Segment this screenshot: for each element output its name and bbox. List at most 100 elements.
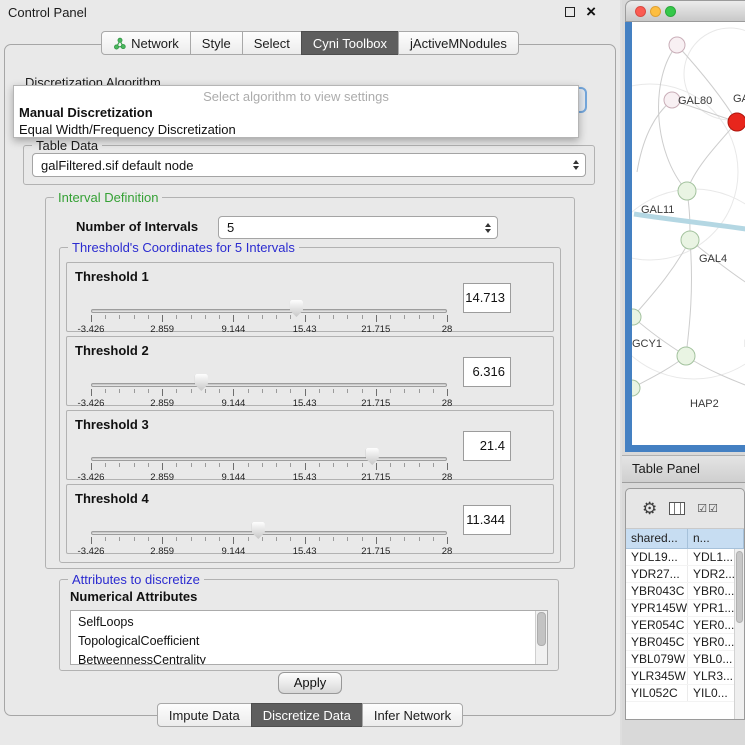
- slider-track[interactable]: [91, 531, 447, 535]
- tab-jactivemnodules[interactable]: jActiveMNodules: [398, 31, 519, 55]
- interval-definition-group: Interval Definition Number of Intervals …: [45, 197, 575, 569]
- threshold-slider[interactable]: -3.4262.8599.14415.4321.71528: [85, 371, 465, 405]
- columns-icon[interactable]: [669, 502, 685, 515]
- node[interactable]: [681, 231, 699, 249]
- close-icon[interactable]: ×: [586, 5, 596, 18]
- table-cell[interactable]: YBL079W: [626, 651, 688, 667]
- tick-mark: [162, 389, 163, 396]
- tick-mark: [191, 389, 192, 393]
- threshold-slider[interactable]: -3.4262.8599.14415.4321.71528: [85, 519, 465, 553]
- gear-icon[interactable]: ⚙: [642, 500, 657, 517]
- table-cell[interactable]: YER054C: [626, 617, 688, 633]
- table-row[interactable]: YIL052CYIL0...: [626, 685, 734, 702]
- table-scrollbar[interactable]: [734, 549, 744, 719]
- tick-mark: [305, 315, 306, 322]
- checkbox-filter-icons[interactable]: ☑☑: [697, 502, 719, 515]
- node[interactable]: [678, 182, 696, 200]
- tick-mark: [233, 389, 234, 396]
- table-row[interactable]: YPR145WYPR1...: [626, 600, 734, 617]
- threshold-value-field[interactable]: 6.316: [463, 357, 511, 387]
- attribute-list-item[interactable]: BetweennessCentrality: [71, 650, 535, 665]
- threshold-value-field[interactable]: 21.4: [463, 431, 511, 461]
- table-cell[interactable]: YPR145W: [626, 600, 688, 616]
- table-row[interactable]: YDR27...YDR2...: [626, 566, 734, 583]
- tick-mark: [333, 463, 334, 467]
- tab-discretize-data[interactable]: Discretize Data: [251, 703, 363, 727]
- table-cell[interactable]: YDL19...: [626, 549, 688, 565]
- table-cell[interactable]: YDR2...: [688, 566, 734, 582]
- tab-style[interactable]: Style: [190, 31, 243, 55]
- tick-mark: [362, 463, 363, 467]
- tick-mark: [119, 463, 120, 467]
- attributes-scrollbar[interactable]: [535, 611, 547, 664]
- table-cell[interactable]: YBR0...: [688, 634, 734, 650]
- table-cell[interactable]: YBR0...: [688, 583, 734, 599]
- table-cell[interactable]: YBL0...: [688, 651, 734, 667]
- node[interactable]: [632, 380, 640, 396]
- table-cell[interactable]: YIL052C: [626, 685, 688, 701]
- table-cell[interactable]: YER0...: [688, 617, 734, 633]
- node[interactable]: [669, 37, 685, 53]
- network-view[interactable]: GAL80 GA GAL11 GAL4 GCY1 HAP2 H: [632, 22, 745, 445]
- table-cell[interactable]: YDL1...: [688, 549, 734, 565]
- column-header-1[interactable]: n...: [688, 529, 744, 549]
- table-row[interactable]: YDL19...YDL1...: [626, 549, 734, 566]
- apply-button[interactable]: Apply: [278, 672, 342, 694]
- table-cell[interactable]: YPR1...: [688, 600, 734, 616]
- tick-mark: [148, 315, 149, 319]
- table-cell[interactable]: YLR345W: [626, 668, 688, 684]
- table-row[interactable]: YBR045CYBR0...: [626, 634, 734, 651]
- tick-mark: [119, 537, 120, 541]
- tab-network[interactable]: Network: [101, 31, 191, 55]
- tick-mark: [248, 315, 249, 319]
- dropdown-placeholder-option[interactable]: Select algorithm to view settings: [14, 89, 578, 104]
- tick-mark: [319, 463, 320, 467]
- zoom-traffic-light-icon[interactable]: [665, 6, 676, 17]
- selected-node-red[interactable]: [728, 113, 745, 131]
- tick-label: 28: [442, 324, 453, 335]
- network-window: GAL80 GA GAL11 GAL4 GCY1 HAP2 H: [625, 0, 745, 452]
- threshold-value-field[interactable]: 14.713: [463, 283, 511, 313]
- dropdown-option-manual-discretization[interactable]: Manual Discretization: [14, 104, 578, 121]
- attribute-list-item[interactable]: TopologicalCoefficient: [71, 631, 535, 650]
- threshold-slider[interactable]: -3.4262.8599.14415.4321.71528: [85, 445, 465, 479]
- threshold-value-field[interactable]: 11.344: [463, 505, 511, 535]
- threshold-slider[interactable]: -3.4262.8599.14415.4321.71528: [85, 297, 465, 331]
- close-traffic-light-icon[interactable]: [635, 6, 646, 17]
- slider-track[interactable]: [91, 309, 447, 313]
- node[interactable]: [677, 347, 695, 365]
- minimize-traffic-light-icon[interactable]: [650, 6, 661, 17]
- table-cell[interactable]: YBR043C: [626, 583, 688, 599]
- table-cell[interactable]: YBR045C: [626, 634, 688, 650]
- table-cell[interactable]: YDR27...: [626, 566, 688, 582]
- tick-mark: [419, 389, 420, 393]
- numerical-attributes-title: Numerical Attributes: [70, 589, 197, 604]
- slider-track[interactable]: [91, 457, 447, 461]
- network-canvas-svg[interactable]: GAL80 GA GAL11 GAL4 GCY1 HAP2 H: [632, 22, 745, 445]
- dropdown-option-equal-width[interactable]: Equal Width/Frequency Discretization: [14, 121, 578, 138]
- column-header-0[interactable]: shared...: [626, 529, 688, 549]
- slider-track[interactable]: [91, 383, 447, 387]
- table-cell[interactable]: YIL0...: [688, 685, 734, 701]
- float-window-icon[interactable]: [565, 7, 575, 17]
- tab-select[interactable]: Select: [242, 31, 302, 55]
- tab-impute-data[interactable]: Impute Data: [157, 703, 252, 727]
- scrollbar-thumb[interactable]: [537, 612, 546, 646]
- tick-label: 9.144: [222, 472, 246, 483]
- table-row[interactable]: YLR345WYLR3...: [626, 668, 734, 685]
- attribute-list-item[interactable]: SelfLoops: [71, 612, 535, 631]
- tab-infer-network[interactable]: Infer Network: [362, 703, 463, 727]
- node-label-gal80: GAL80: [678, 95, 712, 107]
- tick-mark: [305, 389, 306, 396]
- table-cell[interactable]: YLR3...: [688, 668, 734, 684]
- number-of-intervals-combobox[interactable]: 5: [218, 216, 498, 239]
- network-window-titlebar[interactable]: [625, 0, 745, 22]
- tab-cyni-toolbox[interactable]: Cyni Toolbox: [301, 31, 399, 55]
- tick-label: 9.144: [222, 546, 246, 557]
- table-row[interactable]: YER054CYER0...: [626, 617, 734, 634]
- tab-label: Impute Data: [169, 708, 240, 723]
- table-row[interactable]: YBR043CYBR0...: [626, 583, 734, 600]
- scrollbar-thumb[interactable]: [736, 551, 743, 623]
- table-row[interactable]: YBL079WYBL0...: [626, 651, 734, 668]
- table-data-combobox[interactable]: galFiltered.sif default node: [32, 153, 586, 177]
